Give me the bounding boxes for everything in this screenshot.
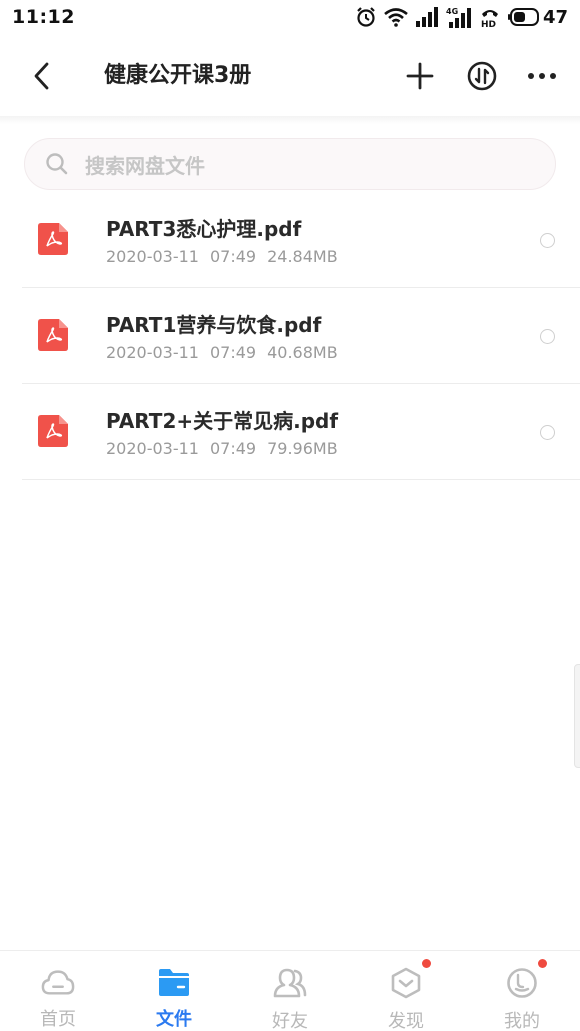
hd-call-icon: HD <box>481 10 498 28</box>
file-row[interactable]: PART1营养与饮食.pdf 2020-03-11 07:49 40.68MB <box>0 288 580 384</box>
select-radio[interactable] <box>540 425 555 440</box>
select-radio[interactable] <box>540 329 555 344</box>
status-icons: 4G HD 47 <box>355 6 568 28</box>
more-button[interactable] <box>522 56 562 96</box>
notification-badge <box>538 959 547 968</box>
page-title: 健康公开课3册 <box>104 63 252 88</box>
nav-discover[interactable]: 发现 <box>348 951 464 1031</box>
add-button[interactable] <box>400 56 440 96</box>
status-bar: 11:12 4G HD 47 <box>0 0 580 34</box>
nav-label: 发现 <box>388 1011 424 1031</box>
file-date: 2020-03-11 <box>106 343 199 362</box>
back-button[interactable] <box>22 56 62 96</box>
cloud-icon <box>41 967 75 997</box>
select-radio[interactable] <box>540 233 555 248</box>
pdf-icon <box>38 223 68 255</box>
discover-icon <box>389 967 423 999</box>
file-meta: 2020-03-11 07:49 24.84MB <box>106 247 349 266</box>
notification-badge <box>422 959 431 968</box>
battery-level: 47 <box>542 6 568 28</box>
network-type-label: 4G <box>446 7 458 16</box>
file-row[interactable]: PART2+关于常见病.pdf 2020-03-11 07:49 79.96MB <box>0 384 580 480</box>
file-date: 2020-03-11 <box>106 247 199 266</box>
battery: 47 <box>507 6 568 28</box>
more-dots-icon <box>528 73 556 79</box>
nav-label: 文件 <box>156 1009 192 1030</box>
file-size: 24.84MB <box>267 247 338 266</box>
alarm-icon <box>357 7 375 27</box>
file-browser-screen: 11:12 4G HD 47 健康公开课3册 搜索网盘文件 PART3悉心护理.… <box>0 0 580 1031</box>
battery-icon <box>507 8 539 26</box>
nav-label: 好友 <box>272 1011 308 1031</box>
file-time: 07:49 <box>209 439 257 458</box>
svg-text:HD: HD <box>481 20 496 28</box>
file-meta: 2020-03-11 07:49 40.68MB <box>106 343 349 362</box>
header-divider <box>0 116 580 124</box>
search-placeholder: 搜索网盘文件 <box>85 153 205 178</box>
nav-label: 首页 <box>40 1009 76 1030</box>
scroll-handle[interactable] <box>574 664 580 768</box>
transfer-icon <box>467 61 497 91</box>
search-icon <box>46 153 68 175</box>
profile-icon <box>505 967 539 999</box>
friends-icon <box>273 967 307 999</box>
nav-label: 我的 <box>504 1011 540 1031</box>
pdf-icon <box>38 415 68 447</box>
file-row[interactable]: PART3悉心护理.pdf 2020-03-11 07:49 24.84MB <box>0 192 580 288</box>
plus-icon <box>406 62 434 90</box>
pdf-icon <box>38 319 68 351</box>
file-size: 40.68MB <box>267 343 338 362</box>
bottom-nav: 首页 文件 好友 发现 我的 <box>0 950 580 1031</box>
signal-icon <box>415 7 438 27</box>
file-time: 07:49 <box>209 247 257 266</box>
chevron-left-icon <box>34 62 49 90</box>
file-time: 07:49 <box>209 343 257 362</box>
folder-icon <box>157 967 191 997</box>
signal-4g-icon: 4G <box>446 7 471 28</box>
nav-friends[interactable]: 好友 <box>232 951 348 1031</box>
file-date: 2020-03-11 <box>106 439 199 458</box>
nav-profile[interactable]: 我的 <box>464 951 580 1031</box>
wifi-icon <box>384 8 408 27</box>
nav-files[interactable]: 文件 <box>116 951 232 1031</box>
search-input[interactable]: 搜索网盘文件 <box>24 138 556 190</box>
file-meta: 2020-03-11 07:49 79.96MB <box>106 439 349 458</box>
file-name: PART3悉心护理.pdf <box>106 217 302 241</box>
file-size: 79.96MB <box>267 439 338 458</box>
file-name: PART2+关于常见病.pdf <box>106 409 339 433</box>
transfer-button[interactable] <box>462 56 502 96</box>
status-time: 11:12 <box>12 6 75 28</box>
nav-home[interactable]: 首页 <box>0 951 116 1031</box>
file-list: PART3悉心护理.pdf 2020-03-11 07:49 24.84MB PAR… <box>0 192 580 480</box>
header: 健康公开课3册 <box>0 44 580 110</box>
file-name: PART1营养与饮食.pdf <box>106 313 322 337</box>
